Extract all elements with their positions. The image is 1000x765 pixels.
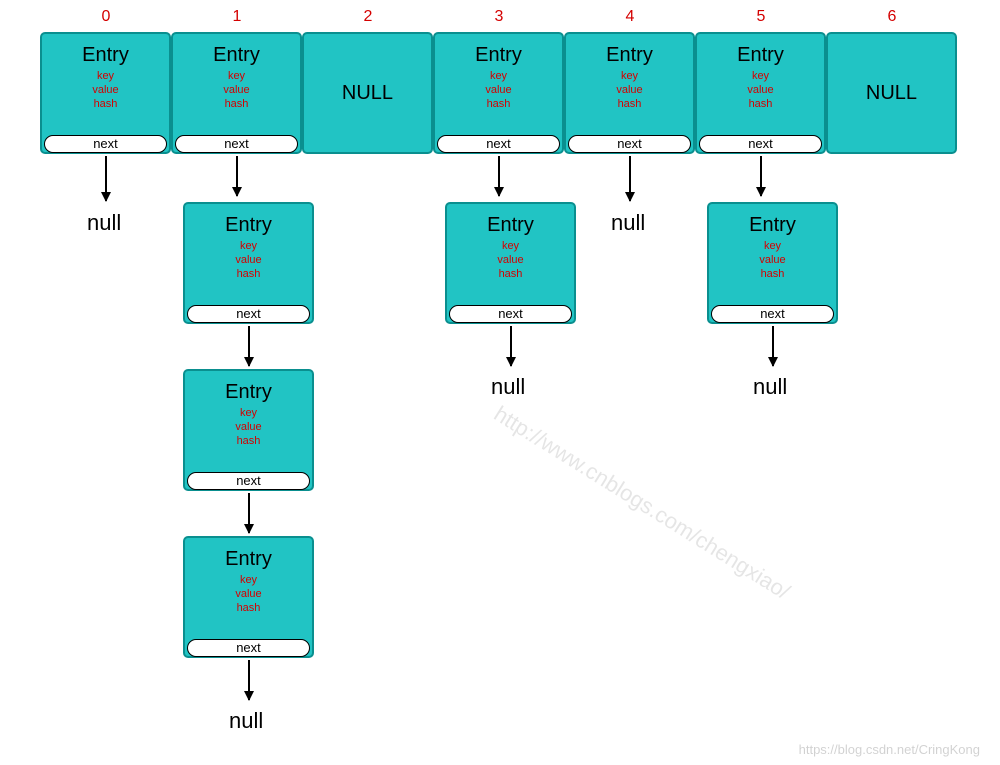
watermark-footer: https://blog.csdn.net/CringKong bbox=[799, 742, 980, 757]
null-terminal: null bbox=[87, 210, 121, 236]
entry-title: Entry bbox=[185, 538, 312, 571]
entry-title: Entry bbox=[185, 204, 312, 237]
next-slot: next bbox=[699, 135, 822, 153]
arrow-down-icon bbox=[236, 156, 238, 196]
null-terminal: null bbox=[753, 374, 787, 400]
bucket-index: 5 bbox=[751, 8, 771, 26]
entry-title: Entry bbox=[435, 34, 562, 67]
watermark-diagonal: http://www.cnblogs.com/chengxiao/ bbox=[489, 401, 794, 605]
entry-title: Entry bbox=[173, 34, 300, 67]
arrow-down-icon bbox=[105, 156, 107, 201]
arrow-down-icon bbox=[772, 326, 774, 366]
bucket-index: 0 bbox=[96, 8, 116, 26]
entry-title: Entry bbox=[709, 204, 836, 237]
null-text: NULL bbox=[342, 82, 393, 105]
entry-fields: keyvaluehash bbox=[447, 239, 574, 281]
next-slot: next bbox=[449, 305, 572, 323]
next-slot: next bbox=[187, 305, 310, 323]
bucket-index: 4 bbox=[620, 8, 640, 26]
null-terminal: null bbox=[491, 374, 525, 400]
bucket-3-entry: Entry keyvaluehash next bbox=[433, 32, 564, 154]
bucket-5-entry: Entry keyvaluehash next bbox=[695, 32, 826, 154]
next-slot: next bbox=[187, 639, 310, 657]
entry-title: Entry bbox=[42, 34, 169, 67]
entry-fields: keyvaluehash bbox=[566, 69, 693, 111]
arrow-down-icon bbox=[248, 326, 250, 366]
entry-fields: keyvaluehash bbox=[697, 69, 824, 111]
next-slot: next bbox=[44, 135, 167, 153]
entry-fields: keyvaluehash bbox=[173, 69, 300, 111]
bucket-5-chain-1: Entry keyvaluehash next bbox=[707, 202, 838, 324]
bucket-index: 6 bbox=[882, 8, 902, 26]
entry-title: Entry bbox=[447, 204, 574, 237]
entry-fields: keyvaluehash bbox=[185, 573, 312, 615]
entry-fields: keyvaluehash bbox=[435, 69, 562, 111]
entry-fields: keyvaluehash bbox=[185, 406, 312, 448]
bucket-4-entry: Entry keyvaluehash next bbox=[564, 32, 695, 154]
arrow-down-icon bbox=[498, 156, 500, 196]
arrow-down-icon bbox=[629, 156, 631, 201]
next-slot: next bbox=[175, 135, 298, 153]
bucket-index: 1 bbox=[227, 8, 247, 26]
bucket-index: 3 bbox=[489, 8, 509, 26]
entry-title: Entry bbox=[566, 34, 693, 67]
entry-fields: keyvaluehash bbox=[185, 239, 312, 281]
entry-fields: keyvaluehash bbox=[42, 69, 169, 111]
bucket-2-null: NULL bbox=[302, 32, 433, 154]
null-terminal: null bbox=[611, 210, 645, 236]
arrow-down-icon bbox=[248, 660, 250, 700]
bucket-1-entry: Entry keyvaluehash next bbox=[171, 32, 302, 154]
bucket-3-chain-1: Entry keyvaluehash next bbox=[445, 202, 576, 324]
entry-fields: keyvaluehash bbox=[709, 239, 836, 281]
null-terminal: null bbox=[229, 708, 263, 734]
hashmap-diagram: { "labels": { "entry": "Entry", "key": "… bbox=[0, 0, 1000, 765]
arrow-down-icon bbox=[510, 326, 512, 366]
entry-title: Entry bbox=[697, 34, 824, 67]
next-slot: next bbox=[711, 305, 834, 323]
arrow-down-icon bbox=[248, 493, 250, 533]
null-text: NULL bbox=[866, 82, 917, 105]
bucket-1-chain-2: Entry keyvaluehash next bbox=[183, 369, 314, 491]
bucket-0-entry: Entry keyvaluehash next bbox=[40, 32, 171, 154]
bucket-index: 2 bbox=[358, 8, 378, 26]
arrow-down-icon bbox=[760, 156, 762, 196]
bucket-6-null: NULL bbox=[826, 32, 957, 154]
bucket-1-chain-3: Entry keyvaluehash next bbox=[183, 536, 314, 658]
next-slot: next bbox=[437, 135, 560, 153]
next-slot: next bbox=[568, 135, 691, 153]
bucket-1-chain-1: Entry keyvaluehash next bbox=[183, 202, 314, 324]
next-slot: next bbox=[187, 472, 310, 490]
entry-title: Entry bbox=[185, 371, 312, 404]
